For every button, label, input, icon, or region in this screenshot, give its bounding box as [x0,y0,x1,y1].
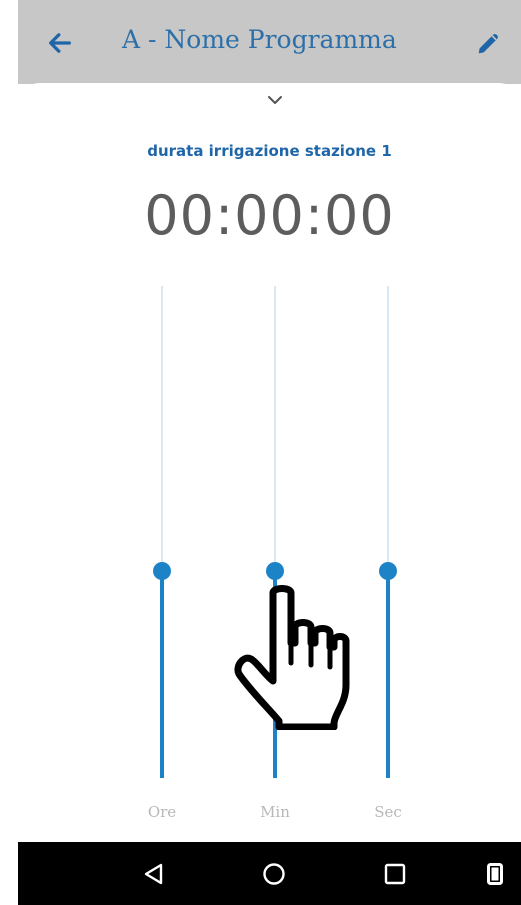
slider-label-min: Min [260,803,290,821]
left-margin-strip [0,0,18,905]
nav-recent-square-icon[interactable] [383,862,407,886]
duration-display: 00:00:00 [144,184,395,247]
slider-fill [386,571,390,778]
pencil-icon[interactable] [474,30,502,58]
slider-label-sec: Sec [374,803,402,821]
app-window: A - Nome Programma durata irrigazione st… [18,0,521,905]
android-nav-bar [18,842,521,905]
app-bar: A - Nome Programma [18,0,521,84]
nav-extra-rectangle-icon[interactable] [487,863,503,885]
slider-sec[interactable] [376,286,400,778]
chevron-down-icon[interactable] [266,94,284,106]
hand-pointer-icon [234,585,350,730]
sheet-title: durata irrigazione stazione 1 [147,142,392,160]
slider-thumb[interactable] [153,562,171,581]
program-title: A - Nome Programma [122,25,397,54]
nav-back-triangle-icon[interactable] [142,862,166,886]
nav-home-circle-icon[interactable] [262,862,286,886]
slider-thumb[interactable] [379,562,397,581]
slider-label-ore: Ore [147,803,177,821]
slider-thumb[interactable] [266,562,284,581]
slider-ore[interactable] [150,286,174,778]
arrow-left-icon[interactable] [46,29,74,57]
slider-fill [160,571,164,778]
